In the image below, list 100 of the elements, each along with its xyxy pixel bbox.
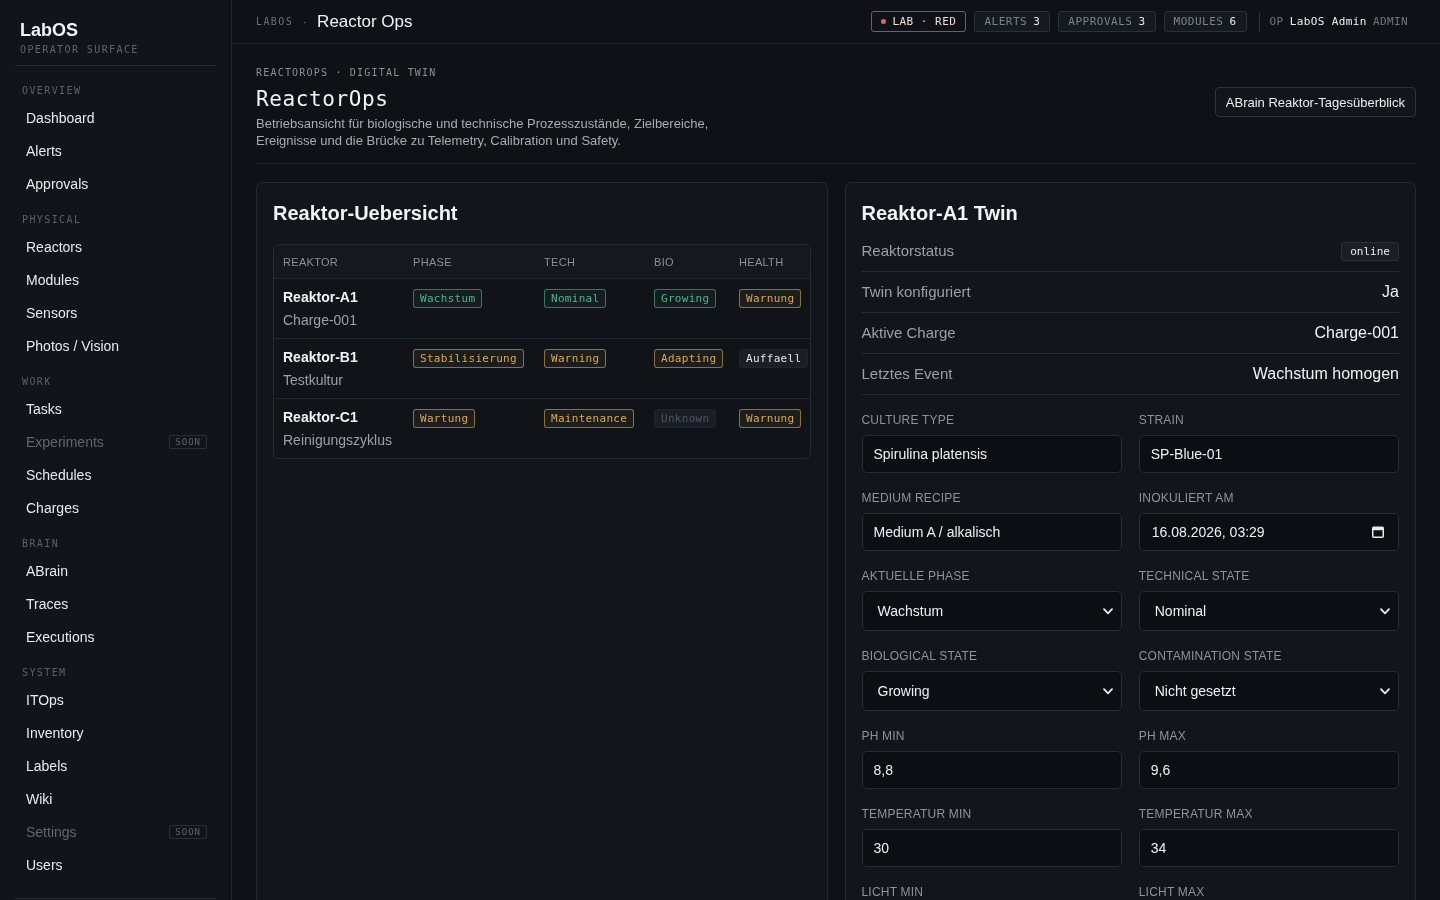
chevron-down-icon bbox=[1380, 687, 1390, 695]
nav-item[interactable]: Sensors bbox=[15, 296, 216, 329]
nav-item[interactable]: ABrain bbox=[15, 554, 216, 587]
reactor-name[interactable]: Reaktor-A1 bbox=[283, 288, 404, 306]
field-label: PH MAX bbox=[1138, 728, 1187, 744]
environment-label: LAB · RED bbox=[892, 15, 957, 28]
nav-section-title: PHYSICAL bbox=[22, 213, 82, 227]
detail-value: Charge-001 bbox=[1314, 323, 1399, 343]
text-input[interactable]: Medium A / alkalisch bbox=[861, 513, 1122, 551]
column-header: BIO bbox=[653, 255, 675, 268]
column-header: HEALTH bbox=[738, 255, 785, 268]
status-tag: Warnung bbox=[739, 409, 802, 428]
detail-label: Twin konfiguriert bbox=[861, 282, 971, 302]
nav-item[interactable]: Users bbox=[15, 848, 216, 881]
select-dropdown[interactable]: Growing bbox=[861, 671, 1122, 711]
status-tag: Maintenance bbox=[544, 409, 635, 428]
abrain-overview-button[interactable]: ABrain Reaktor-Tagesüberblick bbox=[1214, 87, 1416, 117]
detail-label: Aktive Charge bbox=[861, 323, 956, 343]
status-tag: Stabilisierung bbox=[413, 349, 524, 368]
status-tag: Warnung bbox=[739, 289, 802, 308]
nav-item[interactable]: Reactors bbox=[15, 230, 216, 263]
reactor-charge: Charge-001 bbox=[283, 311, 358, 329]
page-eyebrow: REACTOROPS · DIGITAL TWIN bbox=[256, 67, 438, 79]
calendar-icon[interactable] bbox=[1372, 526, 1384, 538]
nav-section-title: SYSTEM bbox=[22, 666, 67, 680]
field-label: TEMPERATUR MAX bbox=[1138, 806, 1254, 822]
field-label: STRAIN bbox=[1138, 412, 1185, 428]
counter-chip[interactable]: MODULES 6 bbox=[1163, 11, 1247, 32]
nav-item[interactable]: Approvals bbox=[15, 167, 216, 200]
status-tag: Auffaell bbox=[739, 349, 809, 368]
breadcrumb-separator: · bbox=[303, 14, 308, 29]
soon-badge: SOON bbox=[169, 824, 207, 839]
chevron-down-icon bbox=[1380, 607, 1390, 615]
column-header: PHASE bbox=[412, 255, 453, 268]
status-tag: Wachstum bbox=[413, 289, 483, 308]
text-input[interactable]: Spirulina platensis bbox=[861, 435, 1122, 473]
field-label: TECHNICAL STATE bbox=[1138, 568, 1251, 584]
text-input[interactable]: 8,8 bbox=[861, 751, 1122, 789]
chevron-down-icon bbox=[1102, 607, 1113, 615]
nav-item[interactable]: Alerts bbox=[15, 134, 216, 167]
app-tagline: OPERATOR SURFACE bbox=[20, 43, 140, 57]
text-input[interactable]: 30 bbox=[861, 829, 1122, 867]
status-tag: Nominal bbox=[544, 289, 607, 308]
field-label: LICHT MAX bbox=[1138, 884, 1206, 900]
nav-item[interactable]: Wiki bbox=[15, 782, 216, 815]
reactor-name[interactable]: Reaktor-C1 bbox=[283, 408, 404, 426]
card-title: Reaktor-Uebersicht bbox=[273, 201, 459, 225]
column-header: TECH bbox=[543, 255, 577, 268]
reactor-charge: Testkultur bbox=[283, 371, 344, 389]
field-label: TEMPERATUR MIN bbox=[861, 806, 973, 822]
date-input[interactable]: 16.08.2026, 03:29 bbox=[1138, 513, 1399, 551]
field-label: CULTURE TYPE bbox=[861, 412, 956, 428]
nav-item[interactable]: Inventory bbox=[15, 716, 216, 749]
field-label: LICHT MIN bbox=[861, 884, 925, 900]
chevron-down-icon bbox=[1102, 687, 1113, 695]
card-title: Reaktor-A1 Twin bbox=[861, 201, 1019, 225]
counter-chip[interactable]: APPROVALS 3 bbox=[1058, 11, 1156, 32]
detail-label: Reaktorstatus bbox=[861, 241, 955, 261]
nav-item[interactable]: Modules bbox=[15, 263, 216, 296]
nav-item[interactable]: Traces bbox=[15, 587, 216, 620]
status-tag: Growing bbox=[654, 289, 717, 308]
page-description: Betriebsansicht für biologische und technische Prozesszustände, Zielbereiche, Ereignisse und die Brücke zu Telemetry, Calibration und Safety. bbox=[256, 115, 710, 149]
reactor-name[interactable]: Reaktor-B1 bbox=[283, 348, 404, 366]
counter-chip[interactable]: ALERTS 3 bbox=[974, 11, 1051, 32]
nav-section-title: OVERVIEW bbox=[22, 84, 82, 98]
field-label: PH MIN bbox=[861, 728, 906, 744]
select-dropdown[interactable]: Nominal bbox=[1138, 591, 1399, 631]
field-label: INOKULIERT AM bbox=[1138, 490, 1235, 506]
status-tag: Unknown bbox=[654, 409, 717, 428]
nav-item[interactable]: Executions bbox=[15, 620, 216, 653]
status-tag: Adapting bbox=[654, 349, 724, 368]
breadcrumb-section[interactable]: LABOS bbox=[256, 16, 294, 27]
nav-item[interactable]: Tasks bbox=[15, 392, 216, 425]
page-title: Reactor Ops bbox=[317, 11, 413, 32]
detail-label: Letztes Event bbox=[861, 364, 953, 384]
select-dropdown[interactable]: Wachstum bbox=[861, 591, 1122, 631]
user-name[interactable]: LabOS Admin bbox=[1289, 15, 1367, 28]
select-dropdown[interactable]: Nicht gesetzt bbox=[1138, 671, 1399, 711]
status-badge: online bbox=[1341, 241, 1399, 261]
text-input[interactable]: SP-Blue-01 bbox=[1138, 435, 1399, 473]
nav-item[interactable]: Schedules bbox=[15, 458, 216, 491]
user-prefix: OP bbox=[1269, 15, 1284, 28]
nav-item[interactable]: ITOps bbox=[15, 683, 216, 716]
detail-value: Ja bbox=[1382, 282, 1399, 302]
reactor-charge: Reinigungszyklus bbox=[283, 431, 393, 449]
user-role: ADMIN bbox=[1372, 15, 1408, 28]
status-tag: Warning bbox=[544, 349, 607, 368]
page-heading: ReactorOps bbox=[256, 86, 390, 112]
nav-item[interactable]: Dashboard bbox=[15, 101, 216, 134]
detail-value: Wachstum homogen bbox=[1252, 364, 1399, 384]
text-input[interactable]: 34 bbox=[1138, 829, 1399, 867]
app-logo-text: LabOS bbox=[20, 19, 79, 41]
column-header: REAKTOR bbox=[282, 255, 340, 268]
nav-item[interactable]: Charges bbox=[15, 491, 216, 524]
field-label: MEDIUM RECIPE bbox=[861, 490, 962, 506]
nav-item[interactable]: Labels bbox=[15, 749, 216, 782]
nav-item[interactable]: Photos / Vision bbox=[15, 329, 216, 362]
nav-section-title: BRAIN bbox=[22, 537, 60, 551]
nav-section-title: WORK bbox=[22, 375, 52, 389]
text-input[interactable]: 9,6 bbox=[1138, 751, 1399, 789]
